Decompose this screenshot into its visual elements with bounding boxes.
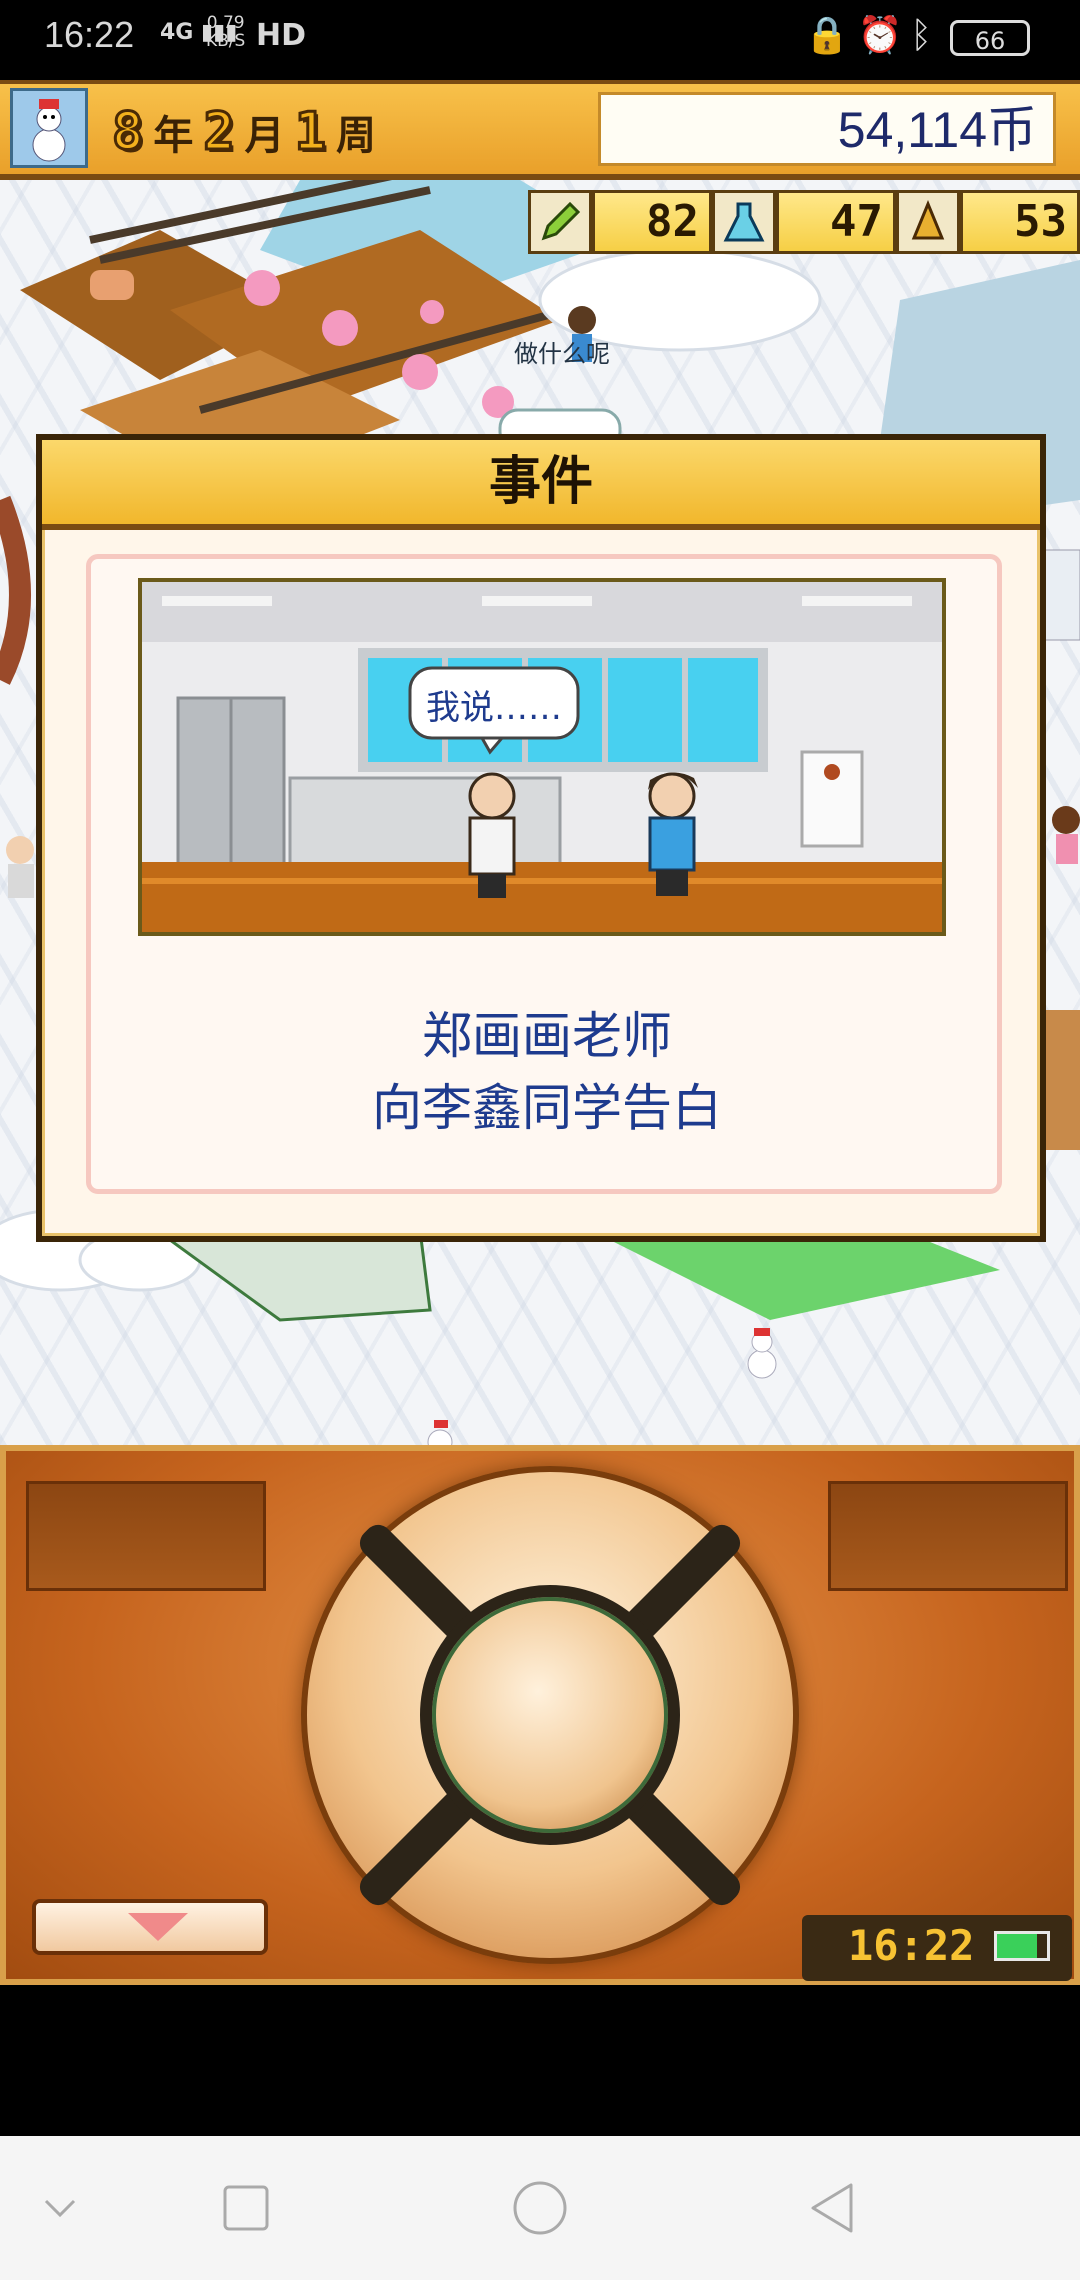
flask-icon	[712, 190, 776, 254]
building	[1039, 549, 1080, 641]
week-value: 1	[293, 101, 327, 164]
network-type: 4G	[160, 20, 194, 45]
snowmen	[427, 1328, 777, 1445]
dpad-center-button[interactable]	[420, 1585, 680, 1845]
back-triangle-icon[interactable]	[772, 2136, 892, 2280]
speech-bubble-text: 我说……	[426, 688, 562, 728]
status-bar: 16:22 4G ▮▮▮ 0.79 KB/S HD 🔒⏰ᛒ 66	[0, 0, 1080, 80]
stat-science-value: 47	[776, 190, 896, 254]
triangle-down-icon	[128, 1913, 188, 1941]
month-value: 2	[202, 101, 236, 164]
stats-bar: 82 47 53	[528, 190, 1080, 254]
controller-clock: 16:22	[802, 1915, 1072, 1981]
event-line-2: 向李鑫同学告白	[372, 1079, 722, 1137]
status-icons: 🔒⏰ᛒ	[805, 14, 940, 56]
hd-icon: HD	[256, 18, 307, 53]
network-rate: 0.79 KB/S	[206, 14, 245, 50]
event-title: 事件	[42, 440, 1040, 530]
rate-value: 0.79	[206, 13, 245, 33]
pencil-icon	[528, 190, 592, 254]
week-unit: 周	[335, 113, 376, 159]
home-circle-icon[interactable]	[480, 2136, 600, 2280]
garden	[165, 1228, 432, 1322]
dpad[interactable]	[301, 1466, 799, 1964]
top-hud: 8 年 2 月 1 周 54,114币	[0, 80, 1080, 180]
year-unit: 年	[153, 113, 194, 159]
year-value: 8	[110, 101, 144, 164]
chevron-down-icon[interactable]	[0, 2136, 120, 2280]
event-message: 郑画画老师 向李鑫同学告白	[78, 1000, 1016, 1144]
stat-art-value: 53	[960, 190, 1080, 254]
alarm-icon: ⏰	[857, 15, 911, 56]
recents-square-icon[interactable]	[186, 2136, 306, 2280]
bluetooth-icon: ᛒ	[910, 15, 940, 56]
status-time: 16:22	[44, 14, 135, 55]
lock-icon: 🔒	[804, 15, 858, 56]
left-shoulder-button[interactable]	[26, 1481, 266, 1591]
game-date: 8 年 2 月 1 周	[110, 92, 376, 172]
season-snowman-icon[interactable]	[10, 88, 88, 168]
virtual-controller: 16:22	[0, 1445, 1080, 1985]
battery-icon	[994, 1931, 1050, 1961]
pig	[90, 270, 134, 300]
month-unit: 月	[244, 113, 285, 159]
battery-icon: 66	[950, 20, 1030, 56]
event-scene: 我说……	[138, 578, 946, 936]
track	[0, 495, 31, 685]
building	[1045, 1010, 1080, 1150]
controller-time: 16:22	[848, 1921, 975, 1970]
rate-unit: KB/S	[206, 31, 246, 51]
grass-plaza	[610, 1230, 1000, 1320]
menu-toggle-button[interactable]	[32, 1899, 268, 1955]
navigation-bar	[0, 2136, 1080, 2280]
right-shoulder-button[interactable]	[828, 1481, 1068, 1591]
stat-study-value: 82	[592, 190, 712, 254]
money-display: 54,114币	[598, 92, 1056, 166]
event-line-1: 郑画画老师	[422, 1007, 672, 1065]
world-bubble-text: 做什么呢	[514, 340, 610, 368]
bell-icon	[896, 190, 960, 254]
event-dialog[interactable]: 事件 我说…… 郑画画老师 向李鑫同学告白	[36, 434, 1046, 1242]
